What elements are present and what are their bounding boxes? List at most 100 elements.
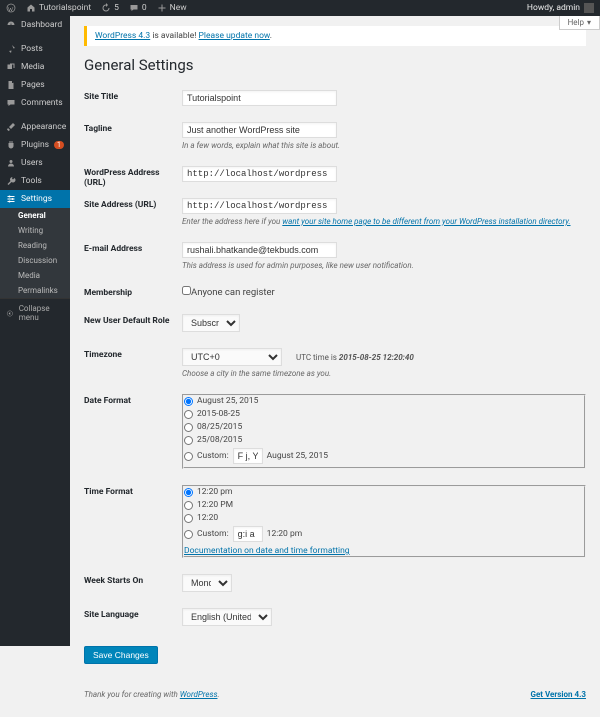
plus-icon [157,3,167,13]
footer-wp-link[interactable]: WordPress [180,690,218,699]
date-radio-custom[interactable] [184,452,193,461]
menu-pages[interactable]: Pages [0,76,70,94]
date-opt-2[interactable]: 08/25/2015 [184,422,584,432]
sub-general[interactable]: General [0,208,70,223]
timezone-desc: Choose a city in the same timezone as yo… [182,369,586,378]
label-time-format: Time Format [84,481,182,570]
menu-appearance[interactable]: Appearance [0,118,70,136]
time-opt-0[interactable]: 12:20 pm [184,487,584,497]
help-tab[interactable]: Help▾ [559,16,600,30]
menu-users[interactable]: Users [0,154,70,172]
page-title: General Settings [84,56,586,74]
date-opt-3[interactable]: 25/08/2015 [184,435,584,445]
time-radio-2[interactable] [184,514,193,523]
wp-logo[interactable] [6,3,16,13]
label-membership: Membership [84,282,182,310]
date-radio-3[interactable] [184,436,193,445]
get-version-link[interactable]: Get Version 4.3 [531,690,587,699]
date-radio-1[interactable] [184,410,193,419]
media-icon [6,62,16,72]
datetime-doc-link[interactable]: Documentation on date and time formattin… [184,546,350,556]
dashboard-icon [6,20,16,30]
comments-icon [6,98,16,108]
site-title-bar: Tutorialspoint [39,3,91,13]
date-opt-custom[interactable]: Custom:August 25, 2015 [184,448,584,464]
time-opt-2[interactable]: 12:20 [184,513,584,523]
membership-checkbox[interactable] [182,286,191,295]
plugins-badge: 1 [54,141,64,149]
collapse-menu[interactable]: Collapse menu [0,298,70,327]
pin-icon [6,44,16,54]
date-format-fieldset: August 25, 2015 2015-08-25 08/25/2015 25… [182,394,586,469]
new-link[interactable]: New [157,3,187,13]
notice-wp-link[interactable]: WordPress 4.3 [95,31,150,41]
page-icon [6,80,16,90]
admin-bar: Tutorialspoint 5 0 New Howdy, admin [0,0,600,16]
my-account[interactable]: Howdy, admin [527,3,594,13]
tagline-input[interactable] [182,122,337,138]
update-icon [101,3,111,13]
time-opt-custom[interactable]: Custom:12:20 pm [184,526,584,542]
comments-link[interactable]: 0 [129,3,147,13]
label-tagline: Tagline [84,118,182,162]
footer: Thank you for creating with WordPress. G… [84,690,586,699]
email-desc: This address is used for admin purposes,… [182,261,586,270]
time-format-fieldset: 12:20 pm 12:20 PM 12:20 Custom:12:20 pm … [182,485,586,558]
utc-note: UTC time is 2015-08-25 12:20:40 [296,353,414,362]
site-name-link[interactable]: Tutorialspoint [26,3,91,13]
site-title-input[interactable] [182,90,337,106]
label-language: Site Language [84,604,182,638]
date-opt-1[interactable]: 2015-08-25 [184,409,584,419]
notice-update-link[interactable]: Please update now [199,31,270,41]
date-radio-0[interactable] [184,397,193,406]
menu-tools[interactable]: Tools [0,172,70,190]
default-role-select[interactable]: Subscriber [182,314,240,332]
menu-settings[interactable]: Settings [0,190,70,208]
membership-label[interactable]: Anyone can register [182,287,275,298]
menu-dashboard[interactable]: Dashboard [0,16,70,34]
settings-icon [6,194,16,204]
time-radio-0[interactable] [184,488,193,497]
week-starts-select[interactable]: Monday [182,574,232,592]
wp-url-input[interactable] [182,166,337,182]
menu-posts[interactable]: Posts [0,40,70,58]
sub-writing[interactable]: Writing [0,223,70,238]
language-select[interactable]: English (United States) [182,608,272,626]
home-icon [26,3,36,13]
sub-media[interactable]: Media [0,268,70,283]
settings-submenu: General Writing Reading Discussion Media… [0,208,70,298]
time-custom-input[interactable] [233,526,263,542]
date-radio-2[interactable] [184,423,193,432]
email-input[interactable] [182,242,337,258]
howdy-text: Howdy, admin [527,3,580,13]
updates-link[interactable]: 5 [101,3,119,13]
site-url-help-link[interactable]: want your site home page to be different… [282,217,570,226]
menu-media[interactable]: Media [0,58,70,76]
plugin-icon [6,140,16,150]
sub-reading[interactable]: Reading [0,238,70,253]
time-radio-custom[interactable] [184,530,193,539]
date-opt-0[interactable]: August 25, 2015 [184,396,584,406]
comment-icon [129,3,139,13]
label-date-format: Date Format [84,390,182,481]
sub-permalinks[interactable]: Permalinks [0,283,70,298]
users-icon [6,158,16,168]
label-timezone: Timezone [84,344,182,390]
time-radio-1[interactable] [184,501,193,510]
site-url-input[interactable] [182,198,337,214]
time-opt-1[interactable]: 12:20 PM [184,500,584,510]
save-button[interactable]: Save Changes [84,646,158,664]
label-email: E-mail Address [84,238,182,282]
settings-form: Site Title Tagline In a few words, expla… [84,86,586,638]
admin-sidebar: Dashboard Posts Media Pages Comments App… [0,16,70,646]
label-week-starts: Week Starts On [84,570,182,604]
sub-discussion[interactable]: Discussion [0,253,70,268]
update-notice: WordPress 4.3 is available! Please updat… [84,26,586,46]
menu-plugins[interactable]: Plugins1 [0,136,70,154]
chevron-down-icon: ▾ [587,18,591,27]
tagline-desc: In a few words, explain what this site i… [182,141,586,150]
date-custom-input[interactable] [233,448,263,464]
timezone-select[interactable]: UTC+0 [182,348,282,366]
label-wp-url: WordPress Address (URL) [84,162,182,194]
menu-comments[interactable]: Comments [0,94,70,112]
